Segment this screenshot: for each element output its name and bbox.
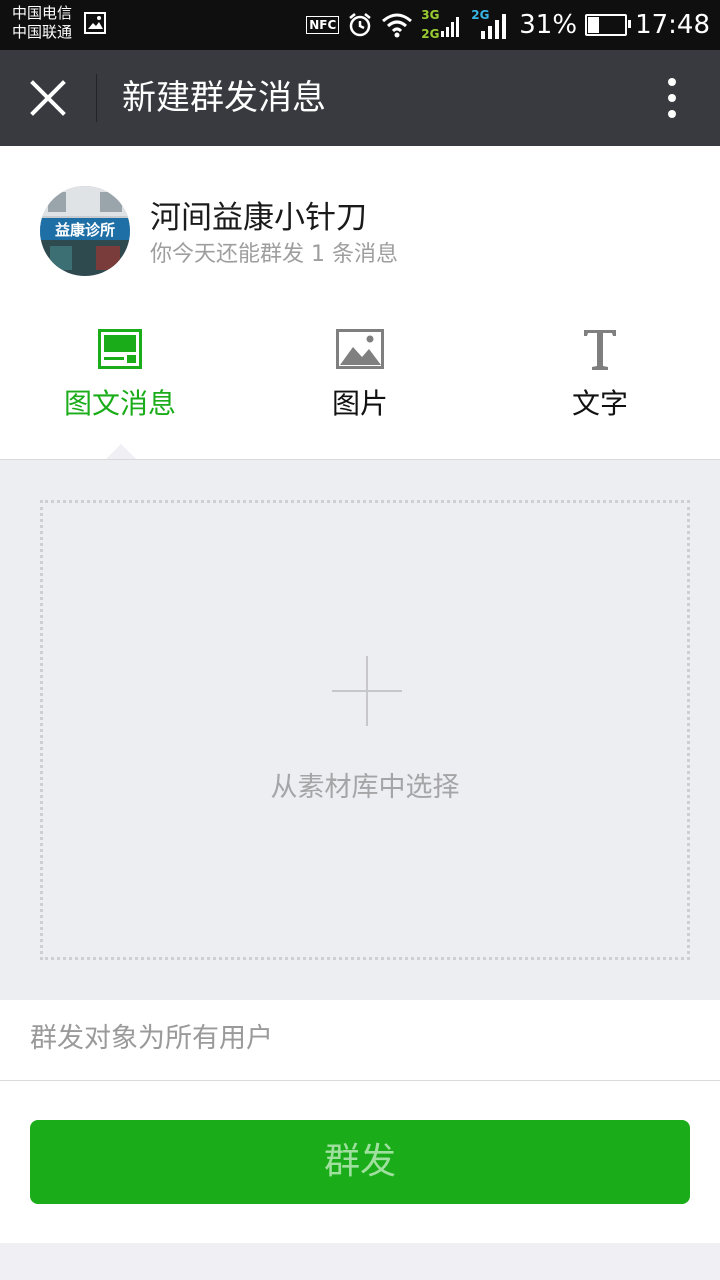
screenshot-notification-icon	[84, 12, 106, 34]
signal-group-1: 3G 2G	[421, 5, 463, 45]
select-from-library-label: 从素材库中选择	[270, 772, 460, 803]
title-divider	[96, 74, 97, 122]
rich-media-icon	[98, 329, 142, 369]
title-bar: 新建群发消息	[0, 50, 720, 146]
status-bar: 中国电信 中国联通 NFC 3G 2G 2G 31% 17:48	[0, 0, 720, 50]
account-name: 河间益康小针刀	[150, 200, 367, 236]
close-button[interactable]	[22, 72, 74, 124]
message-type-tabs: 图文消息 图片 文字	[0, 296, 720, 460]
signal-strength-icon-2	[481, 14, 507, 39]
network-type-3g: 3G	[421, 8, 440, 22]
signal-strength-icon	[441, 17, 460, 37]
text-icon	[584, 330, 616, 370]
tab-rich-media-label: 图文消息	[63, 387, 176, 420]
tab-image-label: 图片	[331, 387, 388, 420]
more-options-button[interactable]	[634, 78, 694, 118]
quota-text: 你今天还能群发 1 条消息	[150, 242, 398, 267]
recipients-text: 群发对象为所有用户	[30, 1023, 273, 1054]
battery-level	[588, 17, 600, 33]
select-from-library-button[interactable]: 从素材库中选择	[40, 500, 690, 960]
battery-percentage: 31%	[519, 10, 578, 40]
wifi-icon	[382, 13, 413, 38]
tab-text[interactable]: 文字	[480, 326, 720, 426]
send-button[interactable]: 群发	[30, 1120, 690, 1204]
carrier-2: 中国联通	[12, 23, 73, 41]
active-tab-indicator	[106, 444, 136, 459]
account-card: 益康诊所 河间益康小针刀 你今天还能群发 1 条消息	[0, 146, 720, 296]
avatar-image: 益康诊所	[40, 186, 130, 276]
page-title: 新建群发消息	[122, 78, 326, 118]
clock: 17:48	[635, 10, 710, 40]
avatar-sign-text: 益康诊所	[55, 221, 115, 239]
tab-image[interactable]: 图片	[240, 326, 480, 426]
bottom-strip	[0, 1243, 720, 1280]
network-type-2g: 2G	[421, 27, 440, 41]
avatar[interactable]: 益康诊所	[40, 186, 130, 276]
alarm-icon	[349, 13, 372, 37]
nfc-icon: NFC	[306, 16, 340, 34]
recipients-row[interactable]: 群发对象为所有用户	[0, 1000, 720, 1081]
image-icon	[336, 329, 384, 369]
tab-text-label: 文字	[571, 387, 628, 420]
plus-icon	[332, 656, 402, 726]
carrier-1: 中国电信	[12, 4, 73, 22]
footer: 群发	[0, 1081, 720, 1243]
content-area: 从素材库中选择	[0, 460, 720, 1000]
tab-rich-media[interactable]: 图文消息	[0, 326, 240, 426]
signal-group-2: 2G	[471, 5, 511, 45]
battery-icon	[585, 14, 632, 36]
carrier-info: 中国电信 中国联通	[12, 4, 72, 42]
